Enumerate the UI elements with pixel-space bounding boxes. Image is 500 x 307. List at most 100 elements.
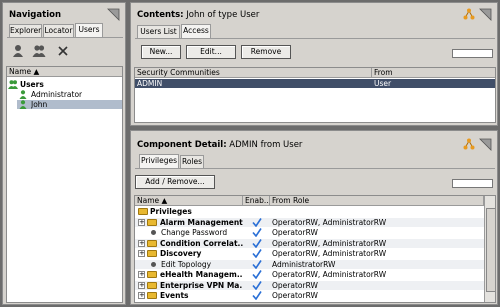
panel-menu-icon[interactable] [479, 138, 492, 151]
privileges-table: Name ▲ Enab... From Role Privileges + Alar… [134, 195, 496, 303]
tab-users-label: Users [78, 25, 100, 34]
filter-input[interactable] [452, 179, 493, 188]
tab-users-list[interactable]: Users List [137, 25, 180, 38]
panel-menu-icon[interactable] [107, 8, 120, 21]
edit-button[interactable]: Edit... [186, 45, 236, 59]
table-row[interactable]: + Enterprise VPN Ma... OperatorRW [135, 280, 495, 290]
remove-button[interactable]: Remove [241, 45, 291, 59]
table-row[interactable]: + Condition Correlat... OperatorRW, Admini… [135, 238, 495, 248]
tab-privileges[interactable]: Privileges [139, 154, 179, 168]
table-header: Security Communities From [135, 68, 495, 78]
cell-community: ADMIN [137, 79, 163, 88]
check-icon[interactable] [252, 228, 262, 237]
tree-root-label: Users [20, 80, 44, 89]
tab-access[interactable]: Access [181, 24, 211, 38]
tab-privileges-label: Privileges [140, 156, 178, 165]
detail-title: Component Detail: ADMIN from User [137, 140, 302, 150]
tab-roles-label: Roles [181, 157, 203, 166]
check-icon[interactable] [252, 259, 262, 269]
cell-privilege-name: eHealth Managem... [160, 270, 243, 279]
column-name[interactable]: Name ▲ [135, 196, 243, 206]
add-remove-button[interactable]: Add / Remove... [135, 175, 215, 189]
scroll-thumb[interactable] [486, 208, 495, 292]
cell-from-role: OperatorRW, AdministratorRW [272, 217, 387, 227]
hierarchy-icon[interactable] [463, 8, 475, 20]
navigation-panel: Navigation Explorer Locator Users Name ▲ [2, 2, 126, 305]
delete-icon[interactable] [56, 44, 70, 58]
table-row[interactable]: + Discovery OperatorRW, AdministratorRW [135, 249, 495, 258]
contents-title-label: Contents: [137, 10, 184, 20]
check-icon[interactable] [252, 217, 262, 227]
navigation-title: Navigation [9, 10, 61, 20]
expand-toggle-icon[interactable]: + [138, 271, 145, 278]
contents-title-subject: John of type User [183, 10, 260, 20]
vertical-scrollbar[interactable] [484, 196, 495, 302]
tab-access-label: Access [183, 26, 209, 35]
contents-title: Contents: John of type User [137, 10, 259, 20]
users-icon[interactable] [32, 44, 46, 58]
check-icon[interactable] [252, 238, 262, 248]
expand-toggle-icon[interactable]: + [138, 218, 145, 226]
hierarchy-icon[interactable] [463, 138, 475, 150]
user-green-icon [19, 100, 27, 109]
check-icon[interactable] [252, 270, 262, 279]
user-tree: Name ▲ Users Administrator John [6, 66, 123, 303]
folder-icon [138, 208, 148, 215]
table-row[interactable]: + Events OperatorRW [135, 291, 495, 300]
tab-roles[interactable]: Roles [180, 155, 204, 168]
table-row[interactable]: Privileges [135, 207, 495, 216]
tree-item-john[interactable]: John [17, 100, 122, 109]
filter-input[interactable] [452, 49, 493, 58]
column-enabled[interactable]: Enab... [243, 196, 270, 206]
cell-from-role: OperatorRW, AdministratorRW [272, 238, 387, 248]
tree-header-name[interactable]: Name ▲ [7, 67, 122, 77]
cell-from: User [374, 79, 392, 88]
folder-icon [147, 239, 157, 247]
user-green-icon [19, 90, 27, 99]
tab-users[interactable]: Users [75, 23, 103, 37]
table-row[interactable]: Change Password OperatorRW [135, 228, 495, 237]
expand-toggle-icon[interactable]: + [138, 292, 145, 299]
expand-toggle-icon[interactable]: + [138, 239, 145, 247]
expand-toggle-icon[interactable]: + [138, 281, 145, 289]
tab-divider [135, 38, 495, 39]
folder-icon [147, 250, 157, 257]
column-from-role[interactable]: From Role [270, 196, 484, 206]
table-row[interactable]: + eHealth Managem... OperatorRW, Administr… [135, 270, 495, 279]
table-row[interactable]: + Alarm Management OperatorRW, Administrat… [135, 217, 495, 227]
user-icon[interactable] [11, 44, 25, 58]
contents-panel: Contents: John of type User Users List A… [130, 2, 498, 126]
check-icon[interactable] [252, 291, 262, 300]
tree-item-label: Administrator [31, 90, 83, 99]
folder-icon [147, 271, 157, 278]
new-button[interactable]: New... [141, 45, 181, 59]
tab-locator-label: Locator [44, 26, 73, 35]
table-header: Name ▲ Enab... From Role [135, 196, 484, 206]
component-detail-panel: Component Detail: ADMIN from User Privil… [130, 130, 498, 305]
cell-privilege-name: Alarm Management [160, 217, 243, 227]
column-security-communities[interactable]: Security Communities [135, 68, 372, 78]
column-from[interactable]: From [372, 68, 495, 78]
cell-from-role: OperatorRW [272, 291, 318, 300]
table-row[interactable]: ADMIN User [135, 79, 495, 88]
check-icon[interactable] [252, 280, 262, 290]
cell-from-role: OperatorRW [272, 280, 318, 290]
tab-divider [135, 168, 495, 169]
tab-locator[interactable]: Locator [43, 24, 74, 37]
cell-from-role: OperatorRW, AdministratorRW [272, 249, 387, 258]
communities-table: Security Communities From ADMIN User [134, 67, 496, 123]
cell-privilege-name: Enterprise VPN Ma... [160, 280, 243, 290]
expand-toggle-icon[interactable]: + [138, 250, 145, 257]
tab-divider [7, 37, 123, 38]
tab-explorer[interactable]: Explorer [9, 24, 42, 37]
check-icon[interactable] [252, 249, 262, 258]
tree-item-administrator[interactable]: Administrator [7, 90, 122, 99]
table-row[interactable]: Edit Topology AdministratorRW [135, 259, 495, 269]
tree-root-users[interactable]: Users [7, 80, 122, 89]
tab-users-list-label: Users List [140, 27, 177, 36]
tab-explorer-label: Explorer [10, 26, 42, 35]
panel-menu-icon[interactable] [479, 8, 492, 21]
cell-privilege-name: Discovery [160, 249, 202, 258]
detail-title-subject: ADMIN from User [226, 140, 303, 150]
tree-header: Name ▲ [7, 67, 122, 77]
